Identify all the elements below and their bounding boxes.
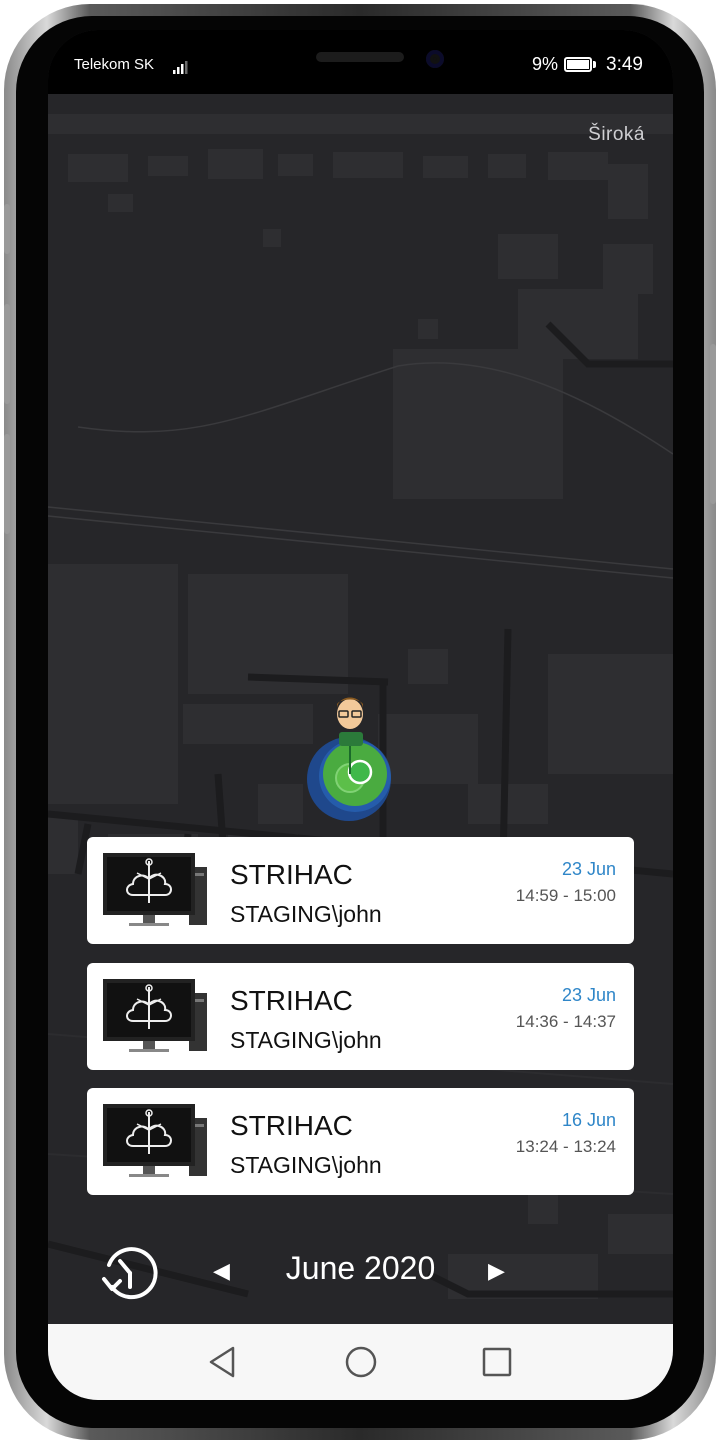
status-bar: Telekom SK 9% 3:49 — [48, 30, 673, 94]
volume-down-button — [4, 304, 10, 404]
session-card[interactable]: STRIHAC STAGING\john 23 Jun 14:36 - 14:3… — [87, 963, 634, 1070]
battery-tip — [593, 61, 596, 68]
battery-icon — [564, 57, 592, 72]
power-button — [710, 344, 716, 504]
location-marker[interactable] — [303, 694, 403, 834]
session-time: 13:24 - 13:24 — [515, 1137, 616, 1156]
speaker — [316, 52, 404, 62]
session-time: 14:36 - 14:37 — [515, 1012, 616, 1031]
period-label: June 2020 — [285, 1250, 436, 1286]
session-computer-name: STRIHAC — [230, 985, 353, 1016]
battery-percent: 9% — [532, 54, 559, 74]
recents-icon[interactable] — [475, 1340, 519, 1384]
carrier-label: Telekom SK — [74, 56, 155, 73]
session-user: STAGING\john — [230, 1152, 382, 1178]
session-date: 23 Jun — [561, 985, 616, 1005]
home-icon[interactable] — [339, 1340, 383, 1384]
computer-cloud-icon — [103, 979, 207, 1052]
previous-month-button[interactable]: ◀ — [213, 1258, 230, 1284]
street-label: Široká — [588, 124, 645, 145]
app-screen: Široká Telekom SK 9% 3:49 STRIHAC STAGIN… — [48, 30, 673, 1400]
side-button — [4, 434, 10, 534]
computer-cloud-icon — [103, 1104, 207, 1177]
session-date: 23 Jun — [561, 859, 616, 879]
signal-icon — [173, 61, 188, 74]
notch — [226, 30, 496, 94]
session-card[interactable]: STRIHAC STAGING\john 16 Jun 13:24 - 13:2… — [87, 1088, 634, 1195]
user-avatar-icon — [307, 697, 391, 821]
session-card[interactable]: STRIHAC STAGING\john 23 Jun 14:59 - 15:0… — [87, 837, 634, 944]
session-user: STAGING\john — [230, 901, 382, 927]
session-time: 14:59 - 15:00 — [515, 886, 616, 905]
status-clock: 3:49 — [606, 54, 643, 75]
back-icon[interactable] — [201, 1340, 245, 1384]
session-computer-name: STRIHAC — [230, 1110, 353, 1141]
history-icon[interactable] — [100, 1243, 160, 1303]
front-camera — [426, 50, 444, 68]
session-date: 16 Jun — [561, 1110, 616, 1130]
computer-cloud-icon — [103, 853, 207, 926]
next-month-button[interactable]: ▶ — [488, 1258, 505, 1284]
volume-up-button — [4, 204, 10, 254]
session-user: STAGING\john — [230, 1027, 382, 1053]
session-computer-name: STRIHAC — [230, 859, 353, 890]
system-nav-bar — [48, 1324, 673, 1400]
